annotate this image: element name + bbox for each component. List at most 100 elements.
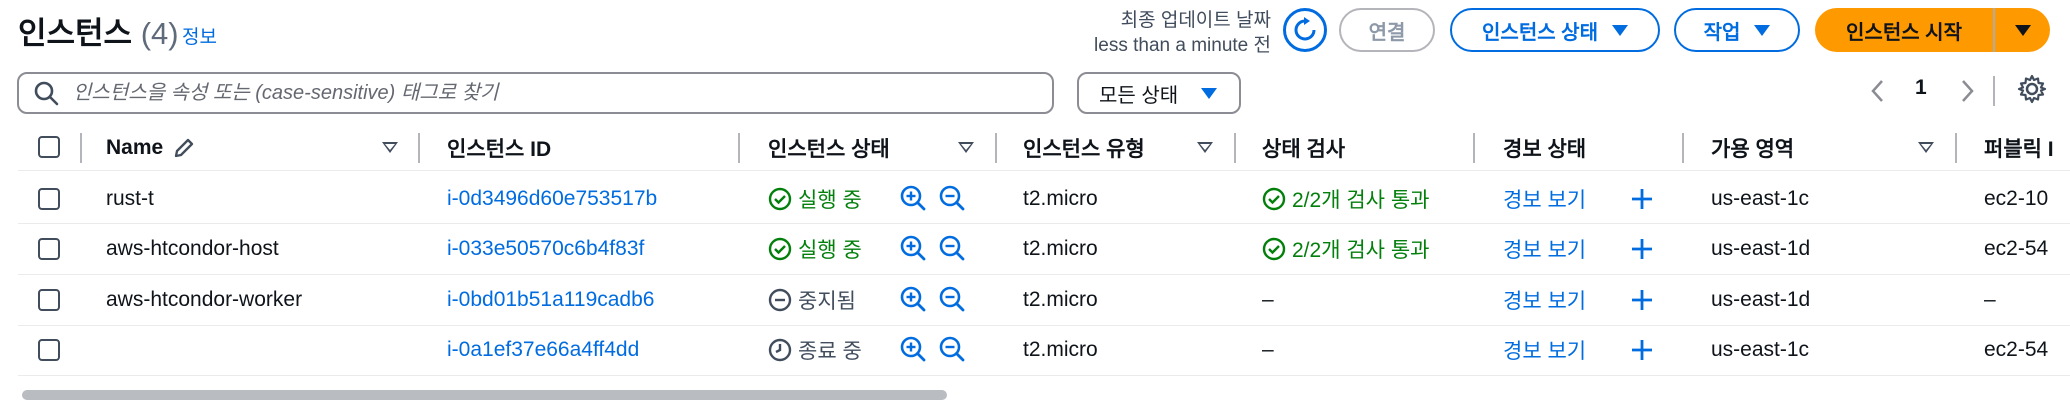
search-icon: [34, 81, 59, 106]
instance-type: t2.micro: [1023, 338, 1098, 361]
edit-icon[interactable]: [171, 135, 197, 161]
search-input[interactable]: [71, 80, 1015, 106]
scrollbar-thumb[interactable]: [22, 390, 947, 400]
check-circle-icon: [768, 187, 792, 211]
row-checkbox[interactable]: [38, 289, 60, 311]
zoom-in-icon[interactable]: [899, 234, 927, 262]
plus-icon[interactable]: [1629, 337, 1655, 363]
column-divider: [1682, 133, 1684, 163]
instance-id-link[interactable]: i-0d3496d60e753517b: [447, 184, 657, 214]
column-header-availability-zone-label: 가용 영역: [1711, 138, 1795, 161]
next-page-icon[interactable]: [1959, 78, 1975, 104]
info-link[interactable]: 정보: [182, 22, 217, 49]
column-header-instance-type[interactable]: 인스턴스 유형: [1023, 128, 1145, 168]
page-title-text: 인스턴스: [18, 16, 133, 51]
column-header-instance-state[interactable]: 인스턴스 상태: [768, 128, 890, 168]
chevron-down-icon: [1754, 24, 1771, 36]
view-alarms-link[interactable]: 경보 보기: [1503, 234, 1586, 264]
column-header-instance-id-label: 인스턴스 ID: [447, 138, 552, 161]
stopped-icon: [768, 288, 792, 312]
column-divider: [1473, 133, 1475, 163]
search-field[interactable]: [17, 72, 1054, 114]
zoom-out-icon[interactable]: [938, 285, 966, 313]
pending-icon: [768, 338, 792, 362]
zoom-out-icon[interactable]: [938, 335, 966, 363]
sort-caret-icon[interactable]: [1918, 142, 1934, 153]
instance-id-link[interactable]: i-0bd01b51a119cadb6: [447, 285, 654, 315]
row-checkbox[interactable]: [38, 188, 60, 210]
column-divider: [738, 133, 740, 163]
column-divider: [80, 133, 82, 163]
launch-instance-label: 인스턴스 시작: [1846, 21, 1962, 44]
instance-state-text: 실행 중: [798, 189, 862, 212]
row-checkbox[interactable]: [38, 339, 60, 361]
column-header-instance-type-label: 인스턴스 유형: [1023, 138, 1145, 161]
instance-type: t2.micro: [1023, 187, 1098, 210]
column-header-status-check[interactable]: 상태 검사: [1262, 128, 1345, 168]
gear-icon[interactable]: [2017, 74, 2047, 104]
instance-state-label: 인스턴스 상태: [1482, 21, 1598, 44]
plus-icon[interactable]: [1629, 186, 1655, 212]
instance-count: (4): [140, 16, 179, 51]
sort-caret-icon[interactable]: [382, 142, 398, 153]
view-alarms-link[interactable]: 경보 보기: [1503, 335, 1586, 365]
column-header-public-ip[interactable]: 퍼블릭 I: [1984, 128, 2054, 168]
zoom-out-icon[interactable]: [938, 184, 966, 212]
instance-type: t2.micro: [1023, 237, 1098, 260]
state-filter-select[interactable]: 모든 상태: [1077, 72, 1241, 114]
row-divider: [18, 223, 2070, 224]
instance-state-text: 실행 중: [798, 239, 862, 262]
instance-type: t2.micro: [1023, 288, 1098, 311]
column-header-alarm-status-label: 경보 상태: [1503, 138, 1587, 161]
status-check-text: –: [1262, 338, 1274, 361]
refresh-button[interactable]: [1283, 8, 1327, 52]
availability-zone: us-east-1d: [1711, 237, 1811, 260]
status-check-text: 2/2개 검사 통과: [1292, 189, 1430, 212]
prev-page-icon[interactable]: [1870, 78, 1886, 104]
column-header-public-ip-label: 퍼블릭 I: [1984, 138, 2054, 161]
current-page[interactable]: 1: [1915, 76, 1927, 100]
instance-state-dropdown[interactable]: 인스턴스 상태: [1450, 8, 1660, 52]
last-updated-label: 최종 업데이트 날짜: [1120, 10, 1271, 31]
instance-id-link[interactable]: i-0a1ef37e66a4ff4dd: [447, 335, 639, 365]
launch-instance-button[interactable]: 인스턴스 시작: [1815, 8, 1993, 52]
public-dns: –: [1984, 288, 1996, 311]
availability-zone: us-east-1c: [1711, 187, 1810, 210]
public-dns: ec2-54: [1984, 338, 2049, 361]
check-circle-icon: [1262, 237, 1286, 261]
connect-button[interactable]: 연결: [1339, 8, 1435, 52]
sort-caret-icon[interactable]: [958, 142, 974, 153]
launch-instance-menu-button[interactable]: [1995, 8, 2050, 52]
column-header-availability-zone[interactable]: 가용 영역: [1711, 128, 1794, 168]
column-divider: [1234, 133, 1236, 163]
chevron-down-icon: [2014, 24, 2031, 36]
last-updated: 최종 업데이트 날짜 less than a minute 전: [1094, 8, 1271, 58]
plus-icon[interactable]: [1629, 236, 1655, 262]
view-alarms-link[interactable]: 경보 보기: [1503, 285, 1586, 315]
zoom-out-icon[interactable]: [938, 234, 966, 262]
actions-dropdown[interactable]: 작업: [1674, 8, 1800, 52]
column-divider: [418, 133, 420, 163]
view-alarms-link[interactable]: 경보 보기: [1503, 184, 1586, 214]
instance-state: 실행 중: [768, 184, 862, 214]
column-header-instance-state-label: 인스턴스 상태: [768, 138, 890, 161]
page-title: 인스턴스 (4): [18, 8, 179, 53]
zoom-in-icon[interactable]: [899, 335, 927, 363]
zoom-in-icon[interactable]: [899, 285, 927, 313]
plus-icon[interactable]: [1629, 287, 1655, 313]
column-header-instance-id[interactable]: 인스턴스 ID: [447, 128, 551, 168]
zoom-in-icon[interactable]: [899, 184, 927, 212]
instance-id-link[interactable]: i-033e50570c6b4f83f: [447, 234, 644, 264]
column-header-name[interactable]: Name: [106, 128, 197, 168]
pager-divider: [1993, 76, 1995, 106]
sort-caret-icon[interactable]: [1197, 142, 1213, 153]
last-updated-value: less than a minute 전: [1094, 35, 1271, 56]
row-checkbox[interactable]: [38, 238, 60, 260]
instance-state: 종료 중: [768, 335, 862, 365]
column-header-alarm-status[interactable]: 경보 상태: [1503, 128, 1586, 168]
instance-name: aws-htcondor-host: [106, 237, 279, 260]
status-check: 2/2개 검사 통과: [1262, 234, 1429, 264]
status-check-text: 2/2개 검사 통과: [1292, 239, 1430, 262]
select-all-checkbox[interactable]: [38, 136, 60, 158]
state-filter-value: 모든 상태: [1099, 84, 1179, 107]
